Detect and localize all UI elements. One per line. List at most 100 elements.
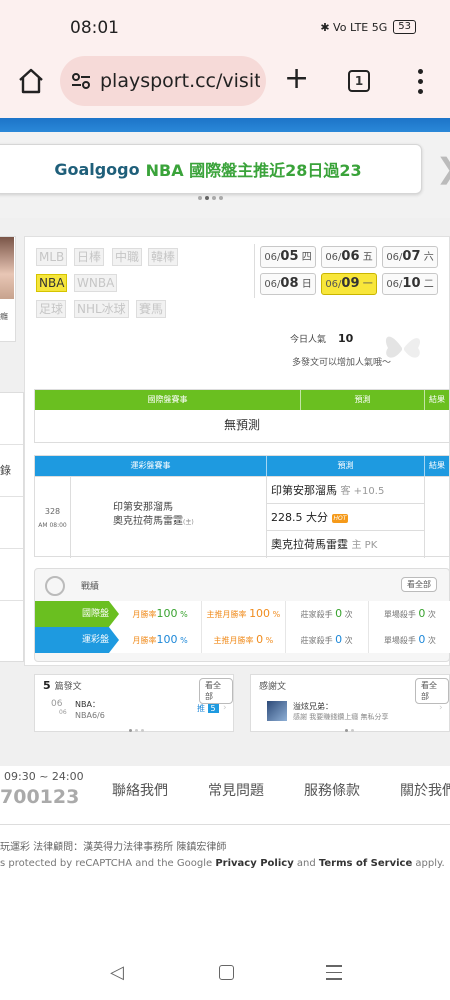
site-settings-icon[interactable] [70, 70, 92, 92]
date-0609[interactable]: 06/09 一 [321, 273, 377, 295]
promo-banner[interactable]: Goalgogo NBA 國際盤主推近28日過23 [0, 144, 422, 194]
record-see-all-button[interactable]: 看全部 [401, 577, 437, 592]
sport-tag-kbo[interactable]: 韓棒 [148, 248, 179, 266]
result-cell [425, 477, 449, 558]
date-0608[interactable]: 06/08 日 [260, 273, 316, 295]
no-prediction-text: 無預測 [223, 418, 260, 432]
privacy-policy-link[interactable]: Privacy Policy [215, 858, 293, 869]
lottery-col-pred: 預測 [267, 456, 425, 476]
signal-icons: ✱ Vo LTE 5G [320, 20, 388, 34]
divider [254, 244, 255, 298]
profile-label: 癮 [0, 312, 8, 321]
prediction-item: 印第安那溜馬 客 +10.5 [267, 477, 424, 504]
service-hours: 09:30 ~ 24:00 [4, 770, 84, 783]
system-icons: ✱ Vo LTE 5G 53 [320, 20, 416, 34]
profile-sidebar[interactable]: 癮 [0, 236, 16, 342]
record-cell: 主推月勝率 100 % [202, 601, 286, 627]
date-0606[interactable]: 06/06 五 [321, 246, 377, 268]
thanks-pagination [345, 729, 354, 732]
tab-switcher-button[interactable]: 1 [348, 70, 370, 92]
target-icon [45, 575, 65, 596]
predictions: 印第安那溜馬 客 +10.5 228.5 大分 HOT 奧克拉荷馬雷霆 主 PK [267, 477, 425, 558]
sport-tag-japan-baseball[interactable]: 日棒 [74, 248, 105, 266]
sport-tag-horse-racing[interactable]: 賽馬 [136, 300, 167, 318]
post-date: 06 06 [51, 699, 67, 716]
thanks-panel: 感謝文 看全部 溢炫兄弟： 感謝 我要賺錢鑽上癮 無私分享 › [250, 674, 450, 732]
terms-of-service-link[interactable]: Terms of Service [319, 858, 412, 869]
game-teams[interactable]: 印第安那溜馬 奧克拉荷馬雷霆(主) [71, 477, 267, 558]
record-panel: 戰績 看全部 國際盤 月勝率100 % 主推月勝率 100 % 莊家殺手 0 次… [34, 568, 450, 662]
recaptcha-notice: s protected by reCAPTCHA and the Google … [0, 858, 445, 869]
sport-tag-mlb[interactable]: MLB [36, 248, 68, 266]
post-item[interactable]: NBA： NBA6/6 [75, 699, 105, 721]
side-menu-item[interactable] [0, 393, 23, 445]
avatar[interactable] [0, 237, 14, 299]
intl-col-game: 國際盤賽事 [35, 390, 301, 410]
side-menu-item[interactable] [0, 549, 23, 601]
legal-text: 玩運彩 法律顧問：漢英得力法律事務所 陳鎮宏律師 [0, 842, 227, 853]
site-header-bar [0, 118, 450, 132]
record-cell: 單場殺手 0 次 [383, 633, 436, 646]
sport-tag-cpbl[interactable]: 中職 [112, 248, 143, 266]
lottery-prediction-table: 運彩盤賽事 預測 結果 328 AM 08:00 印第安那溜馬 奧克拉荷馬雷霆(… [34, 455, 450, 558]
thanks-item[interactable]: 溢炫兄弟： 感謝 我要賺錢鑽上癮 無私分享 [293, 701, 388, 723]
banner-text: NBA 國際盤主推近28日過23 [145, 161, 362, 180]
game-time: 328 AM 08:00 [35, 477, 71, 558]
prediction-item: 奧克拉荷馬雷霆 主 PK [271, 538, 378, 551]
record-cell: 月勝率100 % [119, 627, 203, 653]
side-menu-item[interactable]: 錄 [0, 445, 23, 497]
popularity-hint: 多發文可以增加人氣哦～ [292, 358, 392, 368]
clock: 08:01 [70, 18, 119, 38]
footer: 09:30 ~ 24:00 700123 聯絡我們 常見問題 服務條款 關於我們 [0, 766, 450, 824]
lottery-col-result: 結果 [429, 461, 445, 470]
footer-link-terms[interactable]: 服務條款 [304, 780, 360, 800]
home-button-icon[interactable] [219, 965, 234, 980]
thanks-title: 感謝文 [259, 682, 287, 692]
record-cell: 月勝率100 % [119, 601, 203, 627]
lottery-col-game: 運彩盤賽事 [35, 456, 267, 476]
record-badge: 國際盤 [35, 601, 119, 627]
intl-col-pred: 預測 [301, 390, 425, 410]
side-menu-item[interactable] [0, 497, 23, 549]
browser-chrome: 08:01 ✱ Vo LTE 5G 53 playsport.cc/visit … [0, 0, 450, 118]
table-row: 328 AM 08:00 印第安那溜馬 奧克拉荷馬雷霆(主) 印第安那溜馬 客 … [35, 476, 449, 558]
butterfly-icon [385, 336, 421, 358]
footer-link-contact[interactable]: 聯絡我們 [112, 780, 168, 800]
date-0610[interactable]: 06/10 二 [382, 273, 438, 295]
back-icon[interactable]: ◁ [110, 962, 124, 983]
author-avatar [267, 701, 287, 721]
date-0605[interactable]: 06/05 四 [260, 246, 316, 268]
banner-next-icon[interactable]: ❯ [436, 152, 450, 185]
prediction-item: 228.5 大分 HOT [267, 504, 424, 531]
home-team: 奧克拉荷馬雷霆 [113, 516, 183, 527]
divider [0, 824, 450, 825]
more-menu-icon[interactable] [412, 66, 428, 96]
footer-link-faq[interactable]: 常見問題 [208, 780, 264, 800]
sport-tag-wnba[interactable]: WNBA [74, 274, 118, 292]
sport-tag-nhl[interactable]: NHL冰球 [74, 300, 129, 318]
posts-panel: 5 篇發文 看全部 06 06 NBA： NBA6/6 推 5 › [34, 674, 234, 732]
chevron-right-icon[interactable]: › [223, 703, 227, 713]
sport-tag-nba[interactable]: NBA [36, 274, 68, 292]
record-title: 戰績 [81, 582, 100, 592]
home-icon[interactable] [16, 66, 46, 96]
record-cell: 莊家殺手 0 次 [286, 627, 369, 653]
posts-pagination [129, 729, 144, 732]
new-tab-icon[interactable]: + [284, 64, 309, 94]
date-0607[interactable]: 06/07 六 [382, 246, 438, 268]
posts-see-all-button[interactable]: 看全部 [199, 678, 233, 704]
address-bar[interactable]: playsport.cc/visit [60, 56, 266, 106]
battery-icon: 53 [393, 20, 416, 34]
thanks-see-all-button[interactable]: 看全部 [415, 678, 449, 704]
recents-icon[interactable] [326, 965, 342, 985]
record-cell: 莊家殺手 0 次 [286, 601, 369, 627]
post-count: 5 [43, 679, 51, 692]
sport-tag-soccer[interactable]: 足球 [36, 300, 67, 318]
record-badge: 運彩盤 [35, 627, 119, 653]
record-row-lottery: 運彩盤 月勝率100 % 主推月勝率 0 % 莊家殺手 0 次 單場殺手 0 次 [35, 627, 450, 653]
recommend-badge: 推 5 [197, 703, 219, 714]
away-team: 印第安那溜馬 [113, 502, 173, 513]
footer-link-about[interactable]: 關於我們 [400, 780, 450, 800]
hot-icon: HOT [331, 513, 349, 523]
chevron-right-icon[interactable]: › [439, 703, 443, 713]
